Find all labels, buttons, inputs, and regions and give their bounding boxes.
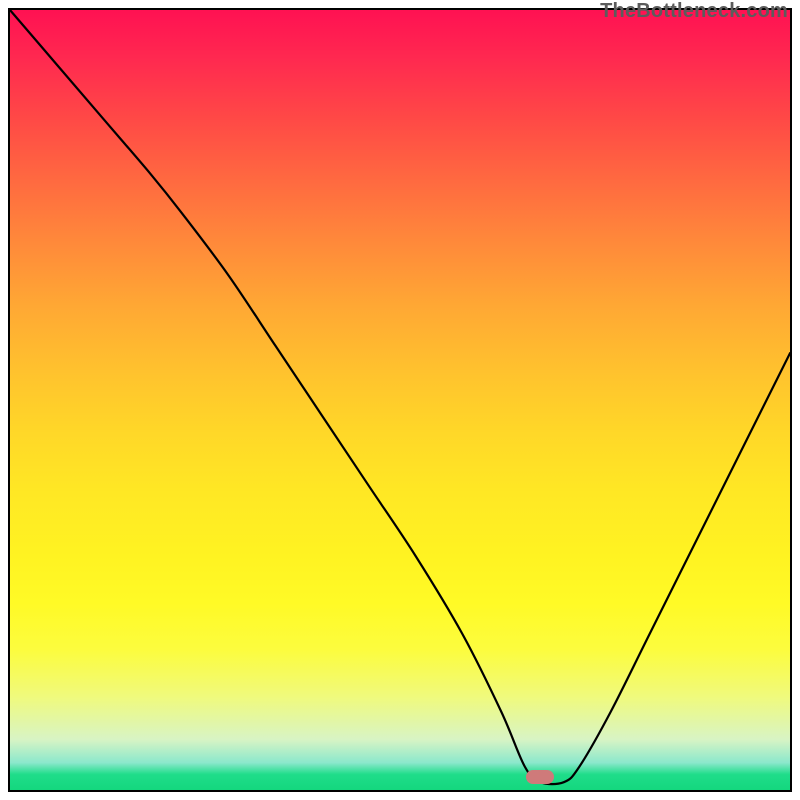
curve-svg xyxy=(10,10,790,790)
plot-area xyxy=(8,8,792,792)
bottleneck-chart: TheBottleneck.com xyxy=(0,0,800,800)
optimal-point-marker xyxy=(526,770,554,784)
bottleneck-curve-line xyxy=(10,10,790,784)
watermark-text: TheBottleneck.com xyxy=(600,0,788,23)
